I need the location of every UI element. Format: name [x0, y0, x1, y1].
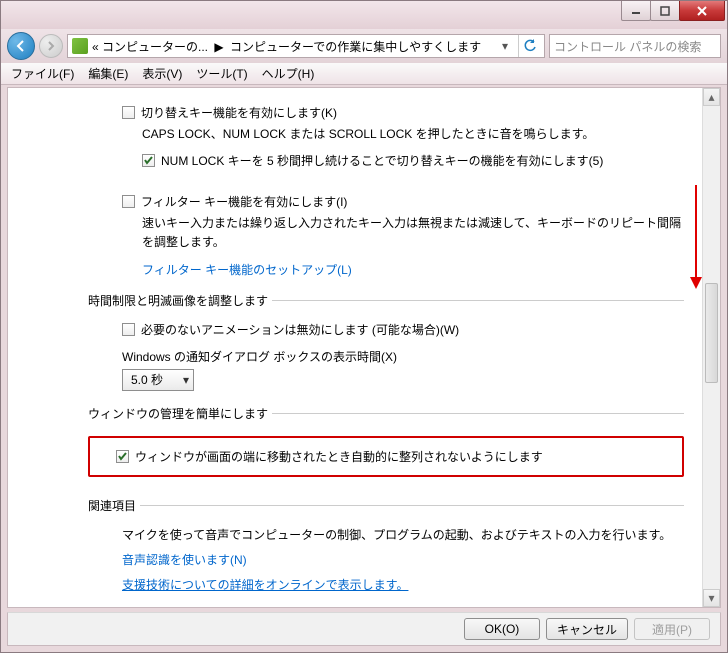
menu-bar: ファイル(F) 編集(E) 表示(V) ツール(T) ヘルプ(H) [1, 63, 727, 85]
time-limits-group: 時間制限と明滅画像を調整します 必要のないアニメーションは無効にします (可能な… [88, 292, 684, 391]
window-frame: « コンピューターの... ▶ コンピューターでの作業に集中しやすくします ▾ … [0, 0, 728, 653]
vertical-scrollbar[interactable]: ▴ ▾ [702, 88, 720, 607]
minimize-button[interactable] [621, 1, 651, 21]
refresh-button[interactable] [518, 35, 540, 57]
cancel-button[interactable]: キャンセル [546, 618, 628, 640]
address-bar[interactable]: « コンピューターの... ▶ コンピューターでの作業に集中しやすくします ▾ [67, 34, 545, 58]
filter-keys-checkbox[interactable] [122, 195, 135, 208]
snap-option-highlight: ウィンドウが画面の端に移動されたとき自動的に整列されないようにします [88, 436, 684, 477]
breadcrumb-part-2[interactable]: コンピューターでの作業に集中しやすくします [230, 40, 481, 54]
toggle-keys-label: 切り替えキー機能を有効にします(K) [141, 104, 337, 121]
numlock-checkbox[interactable] [142, 154, 155, 167]
numlock-label: NUM LOCK キーを 5 秒間押し続けることで切り替えキーの機能を有効にしま… [161, 152, 603, 169]
snap-label: ウィンドウが画面の端に移動されたとき自動的に整列されないようにします [135, 448, 543, 465]
breadcrumb: « コンピューターの... ▶ コンピューターでの作業に集中しやすくします [92, 38, 492, 55]
control-panel-icon [72, 38, 88, 54]
scroll-thumb[interactable] [705, 283, 718, 383]
back-button[interactable] [7, 32, 35, 60]
menu-view[interactable]: 表示(V) [136, 63, 188, 84]
related-group: 関連項目 マイクを使って音声でコンピューターの制御、プログラムの起動、およびテキ… [88, 497, 684, 593]
content-scroll-region: 切り替えキー機能を有効にします(K) CAPS LOCK、NUM LOCK また… [8, 88, 702, 607]
window-management-legend: ウィンドウの管理を簡単にします [88, 405, 272, 422]
speech-recognition-link[interactable]: 音声認識を使います(N) [122, 553, 247, 567]
related-legend: 関連項目 [88, 497, 140, 514]
snap-checkbox[interactable] [116, 450, 129, 463]
disable-animations-checkbox[interactable] [122, 323, 135, 336]
toggle-keys-checkbox[interactable] [122, 106, 135, 119]
filter-keys-description: 速いキー入力または繰り返し入力されたキー入力は無視または減速して、キーボードのリ… [142, 214, 684, 252]
mic-description: マイクを使って音声でコンピューターの制御、プログラムの起動、およびテキストの入力… [122, 526, 684, 543]
menu-tools[interactable]: ツール(T) [190, 63, 253, 84]
notify-duration-label: Windows の通知ダイアログ ボックスの表示時間(X) [122, 348, 684, 365]
breadcrumb-separator-icon[interactable]: ▶ [214, 40, 223, 54]
assistive-tech-link[interactable]: 支援技術についての詳細をオンラインで表示します。 [122, 578, 408, 592]
disable-animations-label: 必要のないアニメーションは無効にします (可能な場合)(W) [141, 321, 459, 338]
notify-duration-value: 5.0 秒 [131, 371, 163, 388]
title-bar [1, 1, 727, 29]
numlock-checkbox-row: NUM LOCK キーを 5 秒間押し続けることで切り替えキーの機能を有効にしま… [142, 152, 684, 169]
search-placeholder: コントロール パネルの検索 [554, 38, 701, 55]
disable-animations-row: 必要のないアニメーションは無効にします (可能な場合)(W) [122, 321, 684, 338]
button-bar: OK(O) キャンセル 適用(P) [7, 612, 721, 646]
menu-edit[interactable]: 編集(E) [82, 63, 134, 84]
apply-button[interactable]: 適用(P) [634, 618, 710, 640]
breadcrumb-part-1[interactable]: « コンピューターの... [92, 40, 208, 54]
snap-checkbox-row: ウィンドウが画面の端に移動されたとき自動的に整列されないようにします [116, 448, 674, 465]
search-input[interactable]: コントロール パネルの検索 [549, 34, 721, 58]
scroll-up-button[interactable]: ▴ [703, 88, 720, 106]
address-dropdown-icon[interactable]: ▾ [496, 39, 514, 53]
maximize-button[interactable] [650, 1, 680, 21]
nav-bar: « コンピューターの... ▶ コンピューターでの作業に集中しやすくします ▾ … [1, 29, 727, 63]
ok-button[interactable]: OK(O) [464, 618, 540, 640]
toggle-keys-description: CAPS LOCK、NUM LOCK または SCROLL LOCK を押したと… [142, 125, 684, 144]
filter-keys-setup-link[interactable]: フィルター キー機能のセットアップ(L) [142, 263, 352, 277]
filter-keys-checkbox-row: フィルター キー機能を有効にします(I) [122, 193, 684, 210]
window-management-group: ウィンドウの管理を簡単にします ウィンドウが画面の端に移動されたとき自動的に整列… [88, 405, 684, 483]
notify-duration-combobox[interactable]: 5.0 秒 ▾ [122, 369, 194, 391]
scroll-down-button[interactable]: ▾ [703, 589, 720, 607]
chevron-down-icon: ▾ [183, 373, 189, 387]
menu-file[interactable]: ファイル(F) [5, 63, 80, 84]
time-limits-legend: 時間制限と明滅画像を調整します [88, 292, 272, 309]
close-button[interactable] [679, 1, 725, 21]
filter-keys-label: フィルター キー機能を有効にします(I) [141, 193, 347, 210]
forward-button[interactable] [39, 34, 63, 58]
toggle-keys-checkbox-row: 切り替えキー機能を有効にします(K) [122, 104, 684, 121]
menu-help[interactable]: ヘルプ(H) [256, 63, 321, 84]
content-panel: 切り替えキー機能を有効にします(K) CAPS LOCK、NUM LOCK また… [7, 87, 721, 608]
